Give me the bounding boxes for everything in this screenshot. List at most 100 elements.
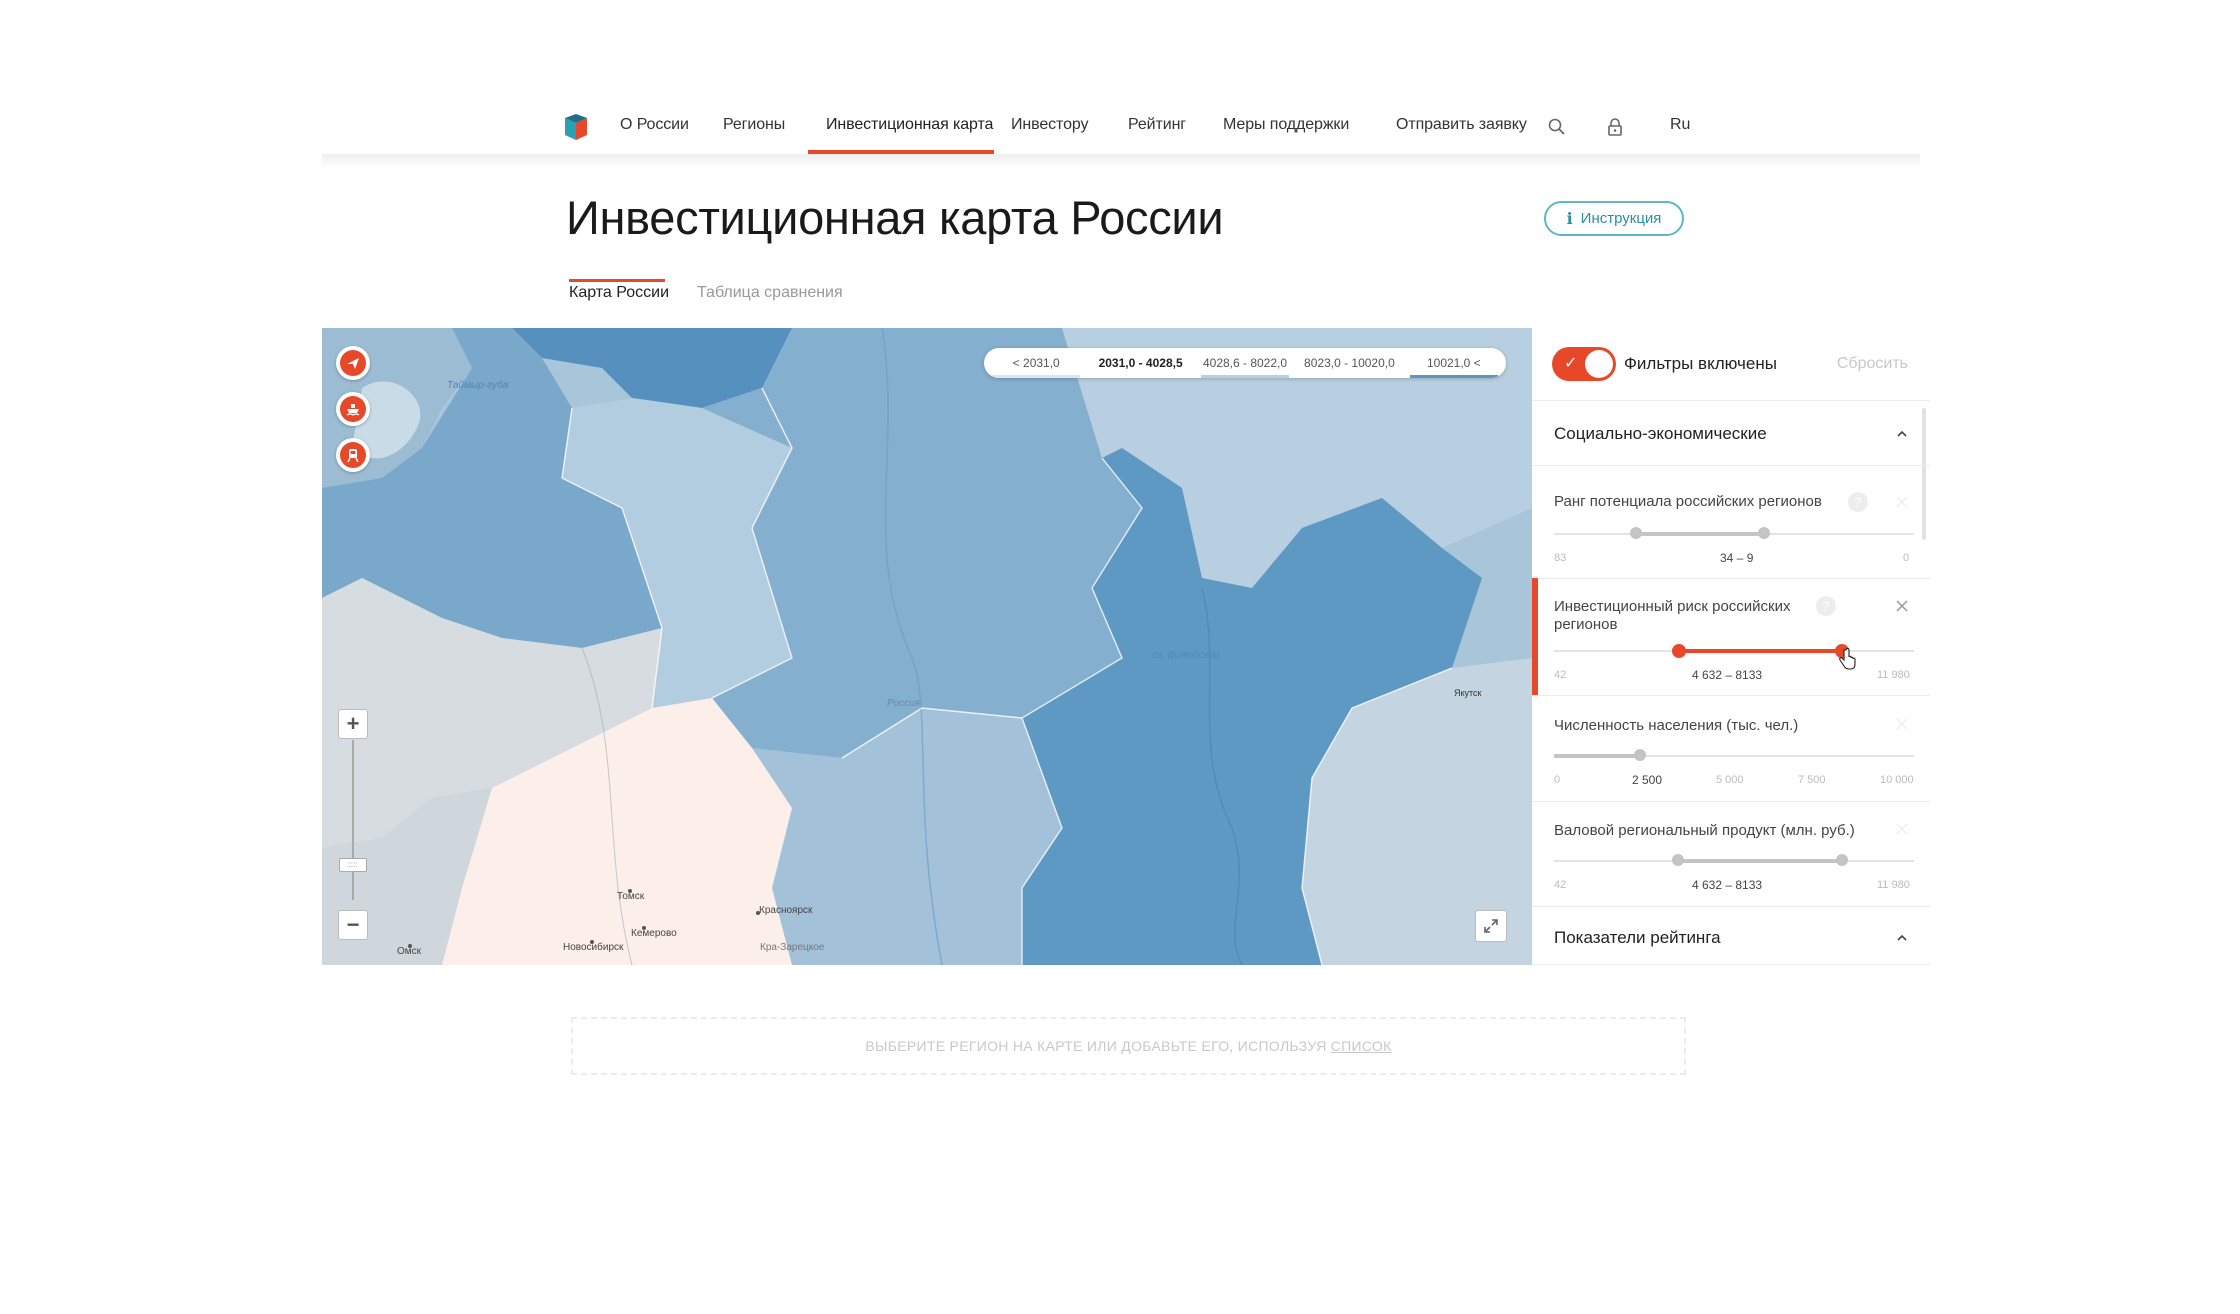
lock-icon[interactable] <box>1602 114 1628 140</box>
nav-item-rating[interactable]: Рейтинг <box>1128 116 1186 134</box>
city-kemerovo: Кемерово <box>631 928 677 939</box>
divider <box>1532 801 1930 802</box>
legend-range-5[interactable]: 10021,0 < <box>1402 348 1506 378</box>
nav-item-regions[interactable]: Регионы <box>723 116 785 134</box>
slider-range <box>1636 532 1764 536</box>
city-tomsk: Томск <box>617 891 645 902</box>
legend-range-label: < 2031,0 <box>1012 356 1060 370</box>
slider-value: 2 500 <box>1632 773 1663 787</box>
instruction-button[interactable]: i Инструкция <box>1544 201 1684 236</box>
slider-min-label: 42 <box>1554 669 1567 681</box>
legend-color-bar <box>1200 375 1290 378</box>
close-icon[interactable] <box>1896 823 1908 835</box>
region-list-link[interactable]: СПИСОК <box>1331 1038 1392 1054</box>
map-legend: < 2031,0 2031,0 - 4028,5 4028,6 - 8022,0… <box>984 348 1506 378</box>
investment-map[interactable]: Таймыр-губа Россия Якутск оз. Вилюйское … <box>322 328 1532 965</box>
filter-panel: ✓ Фильтры включены Сбросить Социально-эк… <box>1532 328 1930 965</box>
slider-range <box>1554 754 1640 758</box>
railway-layer-button[interactable] <box>336 438 370 472</box>
slider-handle-max[interactable] <box>1836 854 1848 866</box>
ship-icon <box>340 396 366 422</box>
fullscreen-button[interactable] <box>1475 910 1507 942</box>
map-label-russia: Россия <box>887 698 921 709</box>
toggle-knob <box>1585 350 1613 378</box>
nav-item-support[interactable]: Меры поддержки <box>1223 116 1349 134</box>
slider-range-value: 34 – 9 <box>1720 551 1754 565</box>
search-icon[interactable] <box>1544 114 1570 140</box>
close-icon[interactable] <box>1896 496 1908 508</box>
reset-filters-link[interactable]: Сбросить <box>1837 355 1908 373</box>
plus-icon: + <box>346 711 360 736</box>
header-shadow <box>322 154 1920 168</box>
airplane-icon <box>340 350 366 376</box>
slider-max-label: 11 980 <box>1877 879 1910 891</box>
city-novosibirsk: Новосибирск <box>563 942 624 953</box>
filter-label-grp: Валовой региональный продукт (млн. руб.) <box>1554 822 1855 839</box>
help-icon[interactable]: ? <box>1848 492 1868 512</box>
city-label-small: Кра-Зарецкое <box>760 942 825 953</box>
divider <box>1532 400 1930 401</box>
slider-range-value: 4 632 – 8133 <box>1692 878 1763 892</box>
nav-item-send-request[interactable]: Отправить заявку <box>1396 116 1527 134</box>
help-icon[interactable]: ? <box>1816 596 1836 616</box>
legend-range-3[interactable]: 4028,6 - 8022,0 <box>1193 348 1297 378</box>
active-tab-indicator <box>569 279 665 282</box>
slider-range <box>1678 649 1842 653</box>
filters-toggle[interactable]: ✓ <box>1552 347 1616 381</box>
section-title-socioeconomic[interactable]: Социально-экономические <box>1554 424 1767 444</box>
slider-max-label: 11 980 <box>1877 669 1910 681</box>
port-layer-button[interactable] <box>336 392 370 426</box>
chevron-up-icon[interactable] <box>1896 932 1908 944</box>
section-title-rating[interactable]: Показатели рейтинга <box>1554 928 1721 948</box>
active-filter-indicator <box>1532 578 1538 695</box>
chevron-up-icon[interactable] <box>1896 428 1908 440</box>
slider-handle-max[interactable] <box>1758 527 1770 539</box>
filters-enabled-label: Фильтры включены <box>1624 354 1777 373</box>
slider-min-label: 42 <box>1554 879 1567 891</box>
slider-handle-min[interactable] <box>1672 644 1686 658</box>
close-icon[interactable] <box>1896 718 1908 730</box>
hand-cursor-icon <box>1839 648 1856 670</box>
divider <box>1532 964 1930 965</box>
legend-range-label: 4028,6 - 8022,0 <box>1202 356 1288 370</box>
legend-color-bar <box>1409 375 1499 378</box>
nav-item-investor[interactable]: Инвестору <box>1011 116 1089 134</box>
tab-comparison-table[interactable]: Таблица сравнения <box>697 284 843 302</box>
divider <box>1532 465 1930 466</box>
legend-range-2[interactable]: 2031,0 - 4028,5 <box>1088 348 1192 378</box>
language-switch[interactable]: Ru <box>1670 116 1690 134</box>
region-selection-placeholder: ВЫБЕРИТЕ РЕГИОН НА КАРТЕ ИЛИ ДОБАВЬТЕ ЕГ… <box>571 1017 1686 1075</box>
zoom-slider-track[interactable] <box>352 740 354 900</box>
legend-range-1[interactable]: < 2031,0 <box>984 348 1088 378</box>
legend-range-label: 8023,0 - 10020,0 <box>1304 356 1395 370</box>
slider-handle-min[interactable] <box>1630 527 1642 539</box>
tab-russia-map[interactable]: Карта России <box>569 284 669 302</box>
page-title: Инвестиционная карта России <box>566 191 1224 244</box>
slider-handle[interactable] <box>1634 749 1646 761</box>
expand-icon <box>1484 919 1498 933</box>
top-navigation: О России Регионы Инвестиционная карта Ин… <box>322 100 1920 156</box>
slider-tick: 7 500 <box>1798 774 1826 786</box>
map-regions[interactable] <box>322 328 1532 965</box>
slider-tick: 0 <box>1554 774 1561 786</box>
map-label-gulf: Таймыр-губа <box>447 380 509 391</box>
legend-range-label: 10021,0 < <box>1426 356 1481 370</box>
train-icon <box>340 442 366 468</box>
legend-color-bar <box>992 375 1081 378</box>
zoom-slider-handle[interactable]: :::: <box>339 858 367 872</box>
logo-icon[interactable] <box>565 114 587 140</box>
zoom-in-button[interactable]: + <box>338 709 368 739</box>
close-icon[interactable] <box>1896 600 1908 612</box>
nav-item-about-russia[interactable]: О России <box>620 116 689 134</box>
city-krasnoyarsk: Красноярск <box>759 905 813 916</box>
slider-handle-min[interactable] <box>1672 854 1684 866</box>
legend-range-4[interactable]: 8023,0 - 10020,0 <box>1297 348 1401 378</box>
airport-layer-button[interactable] <box>336 346 370 380</box>
panel-scrollbar[interactable] <box>1922 408 1926 540</box>
filter-label-investment-risk: Инвестиционный риск российских регионов <box>1554 598 1791 633</box>
nav-item-investment-map[interactable]: Инвестиционная карта <box>826 116 993 134</box>
zoom-out-button[interactable]: − <box>338 910 368 940</box>
slider-min-label: 83 <box>1554 552 1567 564</box>
legend-range-label: 2031,0 - 4028,5 <box>1098 356 1183 370</box>
divider <box>1532 578 1930 579</box>
